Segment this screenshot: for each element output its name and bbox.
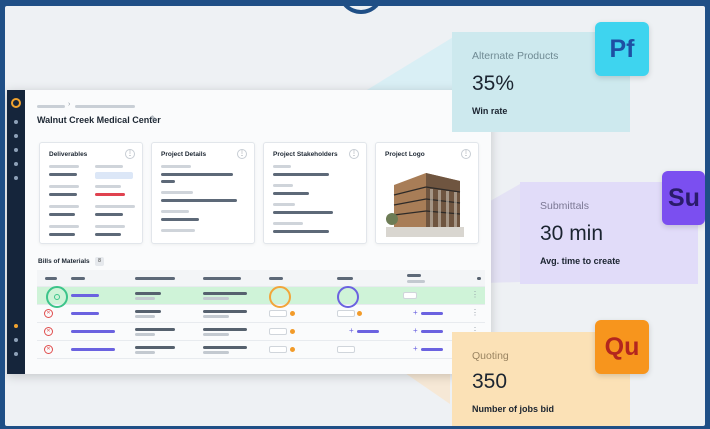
kebab-icon[interactable]: ⋮ [461,149,471,159]
stat-caption: Avg. time to create [540,256,621,266]
stat-label: Submittals [540,200,590,212]
select-field[interactable] [269,346,287,353]
card-title: Project Logo [385,151,425,158]
plus-icon[interactable]: + [413,344,418,353]
bom-table: ⋮ ✕ + ⋮ ✕ + + ⋮ ✕ + [37,270,485,359]
select-field[interactable] [269,310,287,317]
table-header-row [37,270,485,287]
card-title: Project Stakeholders [273,151,338,158]
plus-icon[interactable]: + [413,326,418,335]
table-row[interactable]: ✕ + ⋮ [37,341,485,359]
sidebar-item[interactable] [14,162,18,166]
stat-value: 30 min [540,222,604,245]
plus-icon[interactable]: + [413,308,418,317]
status-dot [290,311,295,316]
app-main: › Walnut Creek Medical Center ✎ Delivera… [25,90,491,374]
sidebar-item[interactable] [14,338,18,342]
edit-icon[interactable]: ✎ [150,114,158,125]
stat-label: Alternate Products [472,50,559,62]
stat-value: 35% [472,72,515,95]
highlight-ring-orange [269,286,291,308]
stat-value: 350 [472,370,508,393]
status-dot [290,329,295,334]
kebab-icon[interactable]: ⋮ [471,290,479,299]
page-title: Walnut Creek Medical Center [37,115,161,125]
breadcrumb[interactable] [75,105,135,108]
breadcrumb-separator: › [68,101,71,108]
stat-label: Quoting [472,350,509,362]
plus-icon[interactable]: + [349,326,354,335]
select-field[interactable] [337,310,355,317]
card-project-logo: Project Logo ⋮ [375,142,479,244]
app-sidebar [7,90,25,374]
bom-title: Bills of Materials [38,258,90,265]
sidebar-item[interactable] [14,352,18,356]
table-row[interactable]: ✕ + ⋮ [37,305,485,323]
delete-icon[interactable]: ✕ [44,309,53,318]
select-field[interactable] [403,292,417,299]
card-deliverables: Deliverables ⋮ [39,142,143,244]
kebab-icon[interactable]: ⋮ [237,149,247,159]
kebab-icon[interactable]: ⋮ [125,149,135,159]
sidebar-item[interactable] [14,134,18,138]
card-project-stakeholders: Project Stakeholders ⋮ [263,142,367,244]
stat-caption: Win rate [472,106,508,116]
status-dot [290,347,295,352]
project-logo-image [386,173,464,237]
card-project-details: Project Details ⋮ [151,142,255,244]
select-field[interactable] [337,346,355,353]
select-field[interactable] [269,328,287,335]
sidebar-item[interactable] [14,120,18,124]
check-icon [54,294,60,300]
table-row[interactable]: ⋮ [37,287,485,305]
card-title: Deliverables [49,151,88,158]
frame-notch [338,6,384,14]
delete-icon[interactable]: ✕ [44,327,53,336]
card-title: Project Details [161,151,207,158]
highlight-ring-purple [337,286,359,308]
badge-su: Su [662,171,705,225]
bom-count-badge: 8 [95,257,104,266]
app-window: › Walnut Creek Medical Center ✎ Delivera… [7,90,491,374]
delete-icon[interactable]: ✕ [44,345,53,354]
app-logo-icon[interactable] [11,98,21,108]
kebab-icon[interactable]: ⋮ [471,308,479,317]
badge-qu: Qu [595,320,649,374]
sidebar-item[interactable] [14,148,18,152]
sidebar-item[interactable] [14,324,18,328]
table-row[interactable]: ✕ + + ⋮ [37,323,485,341]
stat-caption: Number of jobs bid [472,404,554,414]
sidebar-item[interactable] [14,176,18,180]
canvas: › Walnut Creek Medical Center ✎ Delivera… [5,6,705,426]
badge-pf: Pf [595,22,649,76]
kebab-icon[interactable]: ⋮ [349,149,359,159]
breadcrumb[interactable] [37,105,65,108]
status-dot [357,311,362,316]
